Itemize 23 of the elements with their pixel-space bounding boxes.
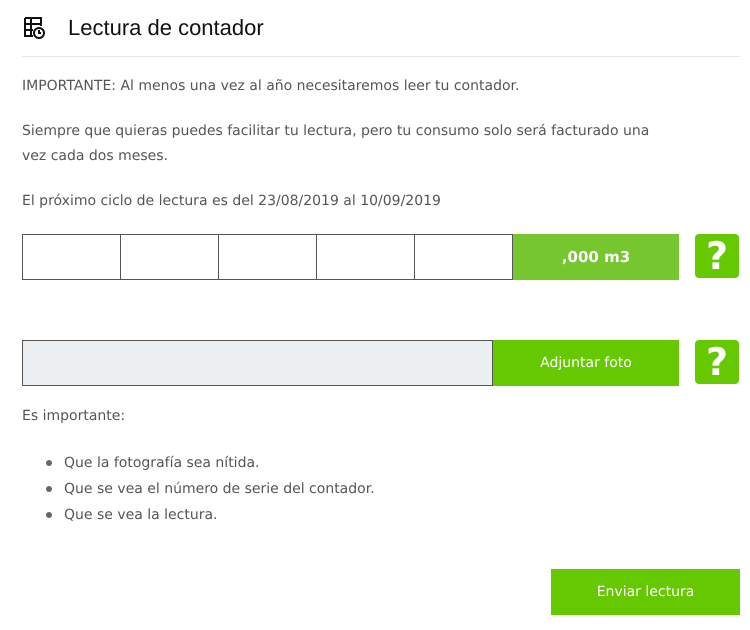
attach-photo-button[interactable]: Adjuntar foto	[493, 340, 679, 386]
tip-text: Que se vea la lectura.	[64, 506, 218, 525]
digit-field[interactable]	[120, 234, 219, 280]
digit-field[interactable]	[22, 234, 121, 280]
info-paragraph: IMPORTANTE: Al menos una vez al año necesitaremos leer tu contador.	[22, 77, 520, 96]
tips-title: Es importante:	[22, 407, 126, 426]
page-title: Lectura de contador	[68, 15, 264, 41]
digit-field[interactable]	[218, 234, 317, 280]
bullet-icon	[46, 460, 52, 466]
tip-text: Que la fotografía sea nítida.	[64, 454, 260, 473]
info-paragraph: Siempre que quieras puedes facilitar tu lectura, pero tu consumo solo será facturado una vez cada dos meses.	[22, 122, 650, 166]
info-paragraph: El próximo ciclo de lectura es del 23/08/2019 al 10/09/2019	[22, 192, 442, 211]
calendar-clock-icon	[22, 16, 46, 40]
file-field[interactable]	[22, 340, 493, 386]
send-reading-button[interactable]: Enviar lectura	[551, 569, 740, 615]
digit-field[interactable]	[316, 234, 415, 280]
help-button[interactable]: ?	[695, 234, 739, 278]
bullet-icon	[46, 486, 52, 492]
unit-label: ,000 m3	[513, 234, 679, 280]
tip-text: Que se vea el número de serie del contador.	[64, 480, 375, 499]
digit-field[interactable]	[414, 234, 513, 280]
bullet-icon	[46, 512, 52, 518]
help-button[interactable]: ?	[695, 340, 739, 384]
